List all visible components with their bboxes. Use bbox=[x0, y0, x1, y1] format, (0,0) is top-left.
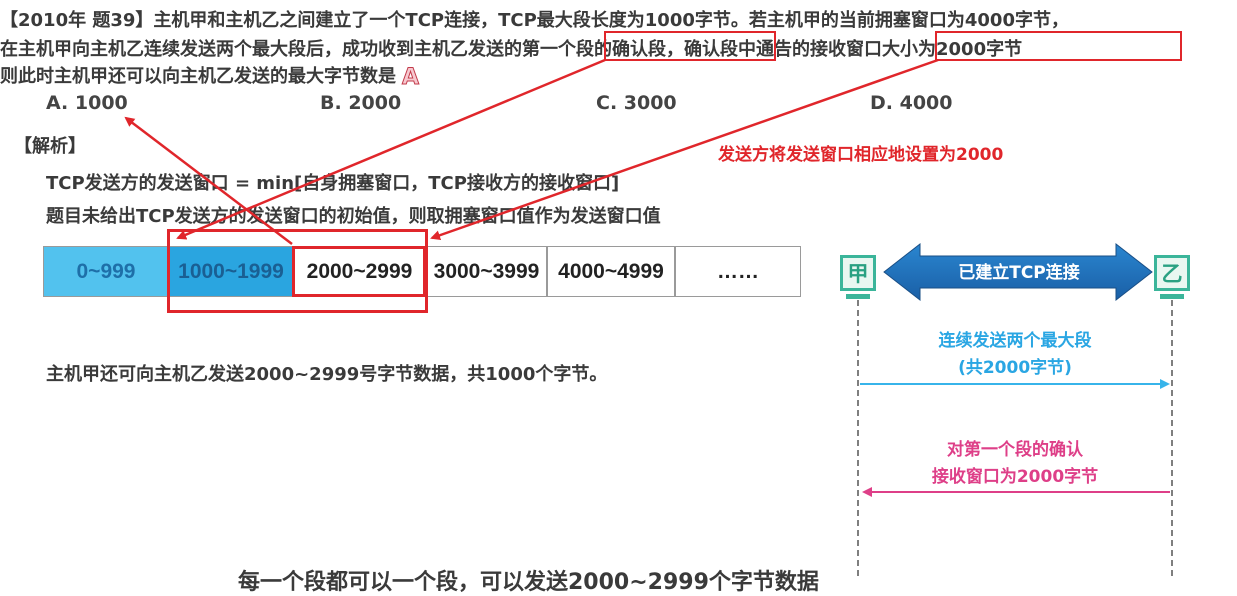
seq-cell-4: 4000~4999 bbox=[547, 246, 675, 297]
question-line-3: 则此时主机甲还可以向主机乙发送的最大字节数是 A bbox=[0, 62, 420, 91]
red-annotation: 发送方将发送窗口相应地设置为2000 bbox=[718, 145, 1004, 165]
option-c: C. 3000 bbox=[596, 92, 677, 114]
host-b-base bbox=[1160, 294, 1184, 299]
cut-off-subtitle: 每一个段都可以一个段，可以发送2000~2999个字节数据 bbox=[238, 570, 819, 595]
question-line-2: 在主机甲向主机乙连续发送两个最大段后，成功收到主机乙发送的第一个段的确认段，确认… bbox=[0, 35, 1022, 61]
connection-label: 已建立TCP连接 bbox=[958, 263, 1080, 283]
ack-note-1: 对第一个段的确认 bbox=[947, 440, 1083, 460]
analysis-line-1: TCP发送方的发送窗口 = min[自身拥塞窗口，TCP接收方的接收窗口] bbox=[46, 173, 620, 194]
available-segment-box bbox=[292, 246, 426, 297]
host-a-base bbox=[846, 294, 870, 299]
highlight-box-ack bbox=[604, 31, 776, 61]
question-line-2-pre: 在主机甲向主机乙连续发送两个最大段后，成功收到主机乙发送的 bbox=[0, 39, 522, 60]
analysis-heading: 【解析】 bbox=[14, 136, 86, 157]
seq-cell-3: 3000~3999 bbox=[426, 246, 547, 297]
send-note-1: 连续发送两个最大段 bbox=[938, 331, 1092, 351]
seq-cell-0: 0~999 bbox=[43, 246, 169, 297]
option-a: A. 1000 bbox=[46, 92, 128, 114]
seq-cell-5: …… bbox=[675, 246, 801, 297]
send-note-2: (共2000字节) bbox=[958, 358, 1072, 378]
analysis-line-2: 题目未给出TCP发送方的发送窗口的初始值，则取拥塞窗口值作为发送窗口值 bbox=[46, 206, 661, 227]
conclusion-text: 主机甲还可向主机乙发送2000~2999号字节数据，共1000个字节。 bbox=[46, 364, 608, 385]
host-a-icon: 甲 bbox=[840, 255, 876, 291]
host-b-icon: 乙 bbox=[1154, 255, 1190, 291]
highlight-box-window bbox=[935, 31, 1182, 61]
question-line-1: 【2010年 题39】主机甲和主机乙之间建立了一个TCP连接，TCP最大段长度为… bbox=[0, 10, 1069, 31]
option-b: B. 2000 bbox=[320, 92, 402, 114]
ack-note-2: 接收窗口为2000字节 bbox=[931, 467, 1099, 487]
question-line-3-text: 则此时主机甲还可以向主机乙发送的最大字节数是 bbox=[0, 66, 396, 87]
answer-mark: A bbox=[401, 65, 420, 91]
option-d: D. 4000 bbox=[870, 92, 953, 114]
